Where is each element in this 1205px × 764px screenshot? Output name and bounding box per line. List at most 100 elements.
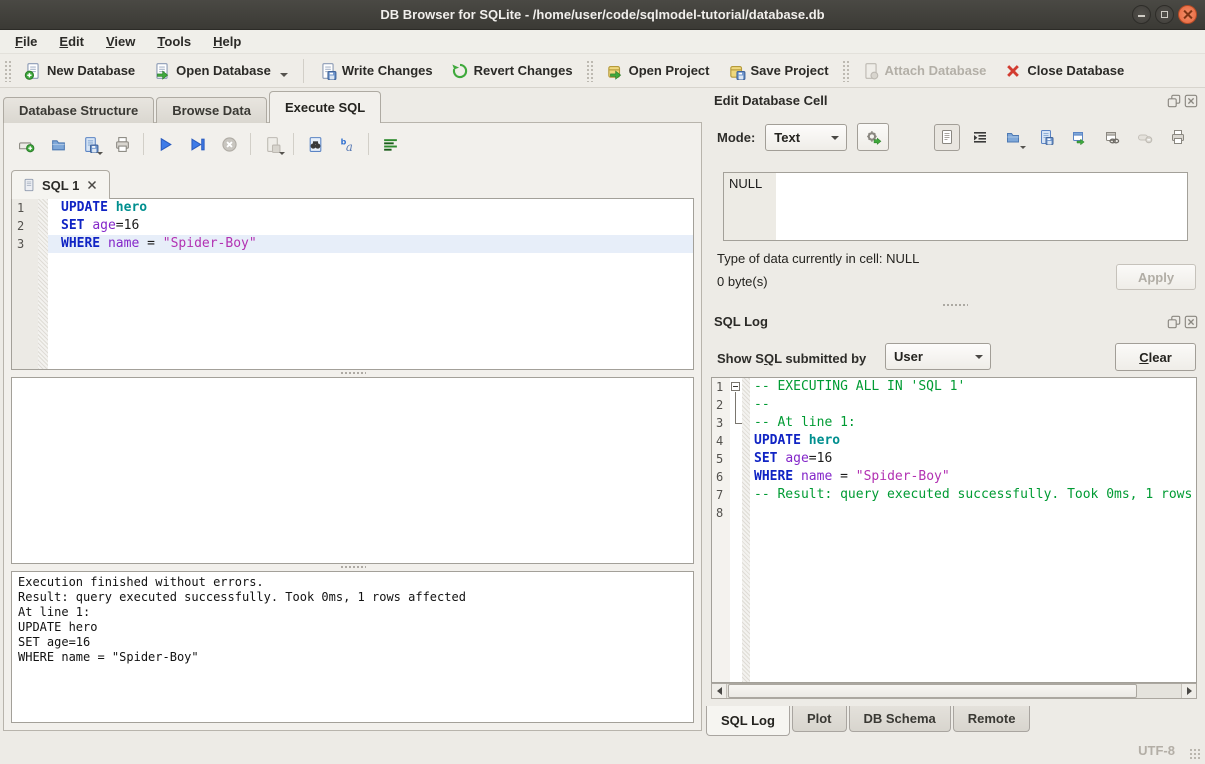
export-data-button[interactable] xyxy=(1033,124,1059,151)
execute-current-line-icon xyxy=(189,136,206,153)
editor-line[interactable]: 3WHERE name = "Spider-Boy" xyxy=(12,235,693,253)
message-line: Result: query executed successfully. Too… xyxy=(18,590,687,605)
dock-float-icon[interactable] xyxy=(1167,94,1181,108)
results-grid xyxy=(11,377,694,564)
minimize-button[interactable] xyxy=(1132,5,1151,24)
menu-bar: FileEditViewToolsHelp xyxy=(0,30,1205,54)
clear-log-button[interactable]: Clear xyxy=(1115,343,1196,371)
open-project-icon xyxy=(606,62,624,80)
cell-editor-toolbar xyxy=(934,123,1191,151)
open-database-button[interactable]: Open Database xyxy=(144,58,297,84)
dropdown-arrow-icon xyxy=(1020,146,1026,149)
editor-line[interactable]: 1UPDATE hero xyxy=(12,199,693,217)
apply-button[interactable]: Apply xyxy=(1116,264,1196,290)
text-mode-button[interactable] xyxy=(934,124,960,151)
resize-grip[interactable] xyxy=(1189,748,1201,760)
log-line: 1-- EXECUTING ALL IN 'SQL 1' xyxy=(712,378,1196,396)
log-filter-select[interactable]: User xyxy=(885,343,991,370)
encoding-indicator[interactable]: UTF-8 xyxy=(1138,743,1175,758)
cell-value-editor[interactable]: NULL xyxy=(723,172,1188,241)
import-data-button[interactable] xyxy=(1000,124,1026,151)
execute-sql-pane: ba SQL 1 1UPDATE hero2SET age=163WHERE n… xyxy=(3,122,702,731)
dock-tab-remote[interactable]: Remote xyxy=(953,706,1031,732)
toolbar-drag-handle[interactable] xyxy=(4,60,11,82)
log-line: 4UPDATE hero xyxy=(712,432,1196,450)
toolbar-drag-handle[interactable] xyxy=(586,60,593,82)
print-button[interactable] xyxy=(109,131,135,157)
edit-cell-dock-title: Edit Database Cell xyxy=(714,93,827,108)
search-button[interactable] xyxy=(302,131,328,157)
save-project-button[interactable]: Save Project xyxy=(719,58,838,84)
word-wrap-button[interactable] xyxy=(967,124,993,151)
execution-message-pane[interactable]: Execution finished without errors.Result… xyxy=(11,571,694,723)
new-tab-button[interactable] xyxy=(13,131,39,157)
open-external-icon xyxy=(1071,129,1087,145)
save-project-icon xyxy=(728,62,746,80)
splitter-handle[interactable] xyxy=(705,302,1205,308)
show-log-button[interactable] xyxy=(377,131,403,157)
message-line: At line 1: xyxy=(18,605,687,620)
splitter-handle[interactable] xyxy=(4,564,701,570)
insert-link-icon xyxy=(1104,129,1120,145)
save-sql-file-icon xyxy=(82,136,99,153)
log-line: 8 xyxy=(712,504,1196,522)
open-external-button[interactable] xyxy=(1066,124,1092,151)
close-tab-icon[interactable] xyxy=(85,178,99,192)
scroll-left-arrow[interactable] xyxy=(712,684,727,698)
title-bar[interactable]: DB Browser for SQLite - /home/user/code/… xyxy=(0,0,1205,30)
editor-line[interactable]: 2SET age=16 xyxy=(12,217,693,235)
dock-tab-db-schema[interactable]: DB Schema xyxy=(849,706,951,732)
menu-help[interactable]: Help xyxy=(202,32,252,51)
tab-browse-data[interactable]: Browse Data xyxy=(156,97,267,123)
menu-file[interactable]: File xyxy=(4,32,48,51)
sql-tab[interactable]: SQL 1 xyxy=(11,170,110,199)
execute-all-button[interactable] xyxy=(152,131,178,157)
log-horizontal-scrollbar[interactable] xyxy=(711,683,1197,699)
menu-view[interactable]: View xyxy=(95,32,146,51)
sql-editor[interactable]: 1UPDATE hero2SET age=163WHERE name = "Sp… xyxy=(11,198,694,370)
sql-editor-toolbar: ba xyxy=(10,128,406,160)
show-log-icon xyxy=(382,136,399,153)
main-tab-bar: Database StructureBrowse DataExecute SQL xyxy=(3,90,383,123)
maximize-button[interactable] xyxy=(1155,5,1174,24)
dock-float-icon[interactable] xyxy=(1167,315,1181,329)
dock-close-icon[interactable] xyxy=(1184,94,1198,108)
menu-edit[interactable]: Edit xyxy=(48,32,95,51)
open-sql-file-button[interactable] xyxy=(45,131,71,157)
message-line: Execution finished without errors. xyxy=(18,575,687,590)
open-project-button[interactable]: Open Project xyxy=(597,58,719,84)
save-sql-file-button[interactable] xyxy=(77,131,103,157)
revert-changes-button[interactable]: Revert Changes xyxy=(442,58,582,84)
write-changes-button[interactable]: Write Changes xyxy=(310,58,442,84)
splitter-handle[interactable] xyxy=(4,370,701,376)
mode-select[interactable]: Text xyxy=(765,124,847,151)
gear-icon xyxy=(865,129,882,146)
svg-text:a: a xyxy=(345,139,352,152)
toolbar-drag-handle[interactable] xyxy=(842,60,849,82)
message-line: SET age=16 xyxy=(18,635,687,650)
open-database-icon xyxy=(153,62,171,80)
dropdown-arrow-icon[interactable] xyxy=(280,73,288,77)
dock-tab-plot[interactable]: Plot xyxy=(792,706,847,732)
scroll-right-arrow[interactable] xyxy=(1181,684,1196,698)
log-line: 5SET age=16 xyxy=(712,450,1196,468)
tab-execute-sql[interactable]: Execute SQL xyxy=(269,91,381,123)
auto-switch-mode-button[interactable] xyxy=(857,123,889,151)
menu-tools[interactable]: Tools xyxy=(146,32,202,51)
new-database-button[interactable]: New Database xyxy=(15,58,144,84)
tab-database-structure[interactable]: Database Structure xyxy=(3,97,154,123)
close-database-button[interactable]: Close Database xyxy=(995,58,1133,84)
log-line: 7-- Result: query executed successfully.… xyxy=(712,486,1196,504)
scrollbar-thumb[interactable] xyxy=(728,684,1137,698)
sql-log-view[interactable]: 1-- EXECUTING ALL IN 'SQL 1'2--3-- At li… xyxy=(711,377,1197,683)
fold-collapse-marker[interactable] xyxy=(731,382,740,391)
autocomplete-button[interactable]: ba xyxy=(334,131,360,157)
sql-document-icon xyxy=(22,178,36,192)
dock-tab-sql-log[interactable]: SQL Log xyxy=(706,706,790,736)
execute-current-line-button[interactable] xyxy=(184,131,210,157)
search-icon xyxy=(307,136,324,153)
dock-close-icon[interactable] xyxy=(1184,315,1198,329)
insert-link-button[interactable] xyxy=(1099,124,1125,151)
print-button[interactable] xyxy=(1165,124,1191,151)
close-button[interactable] xyxy=(1178,5,1197,24)
